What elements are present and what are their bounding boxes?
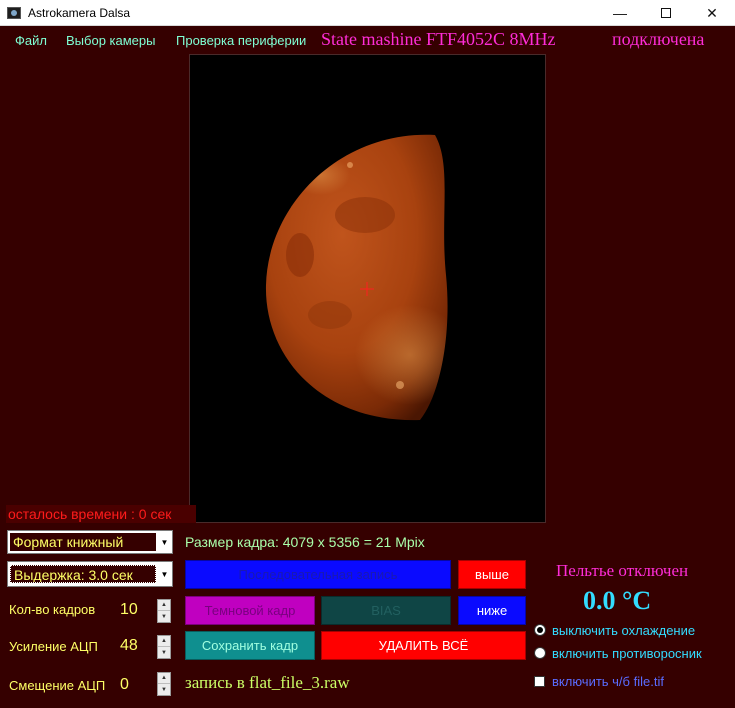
maximize-icon: [661, 8, 671, 18]
peltier-status: Пельтье отключен: [556, 561, 689, 580]
connection-status: подключена: [612, 29, 705, 49]
spin-up-icon[interactable]: ▲: [158, 636, 170, 647]
frames-count-label: Кол-во кадров: [9, 602, 96, 617]
bw-tif-checkbox[interactable]: [534, 676, 545, 687]
delete-all-button[interactable]: УДАЛИТЬ ВСЁ: [321, 631, 526, 660]
adc-gain-value: 48: [120, 637, 138, 654]
lower-button[interactable]: ниже: [458, 596, 526, 625]
cooling-off-label[interactable]: выключить охлаждение: [552, 623, 695, 638]
format-select[interactable]: Формат книжный ▼: [7, 530, 173, 554]
cooling-off-radio[interactable]: [534, 624, 546, 636]
bw-tif-label[interactable]: включить ч/б file.tif: [552, 674, 664, 689]
bias-button[interactable]: BIAS: [321, 596, 451, 625]
camera-mode-status: State mashine FTF4052C 8MHz: [321, 29, 556, 49]
chevron-down-icon: ▼: [160, 537, 169, 547]
dark-frame-button[interactable]: Темновой кадр: [185, 596, 315, 625]
spin-up-icon[interactable]: ▲: [158, 673, 170, 684]
title-bar: Astrokamera Dalsa — ✕: [0, 0, 735, 26]
app-camera-icon: [7, 6, 21, 19]
antifog-radio[interactable]: [534, 647, 546, 659]
adc-offset-spinner[interactable]: ▲ ▼: [157, 672, 171, 696]
spin-down-icon[interactable]: ▼: [158, 684, 170, 695]
record-file-name: запись в flat_file_3.raw: [185, 673, 350, 692]
adc-offset-label: Смещение АЦП: [9, 678, 106, 693]
chevron-down-icon: ▼: [160, 569, 169, 579]
maximize-button[interactable]: [643, 0, 689, 26]
temperature-readout: 0.0 °C: [583, 586, 652, 615]
menu-camera-select[interactable]: Выбор камеры: [66, 33, 155, 48]
minimize-button[interactable]: —: [597, 0, 643, 26]
frames-count-spinner[interactable]: ▲ ▼: [157, 599, 171, 623]
frame-size-info: Размер кадра: 4079 x 5356 = 21 Mpix: [185, 534, 425, 550]
antifog-label[interactable]: включить противоросник: [552, 646, 702, 661]
adc-gain-spinner[interactable]: ▲ ▼: [157, 635, 171, 659]
format-select-value: Формат книжный: [10, 533, 156, 551]
adc-gain-label: Усиление АЦП: [9, 639, 98, 654]
spin-down-icon[interactable]: ▼: [158, 611, 170, 622]
spin-down-icon[interactable]: ▼: [158, 647, 170, 658]
save-frame-button[interactable]: Сохранить кадр: [185, 631, 315, 660]
camera-image-preview[interactable]: [189, 54, 546, 523]
exposure-select[interactable]: Выдержка: 3.0 сек ▼: [7, 561, 173, 587]
spin-up-icon[interactable]: ▲: [158, 600, 170, 611]
minimize-icon: —: [613, 5, 627, 21]
menu-peripheral-check[interactable]: Проверка периферии: [176, 33, 306, 48]
sequence-record-button[interactable]: Последовательная запись: [185, 560, 451, 589]
adc-offset-value: 0: [120, 676, 129, 693]
frames-count-value: 10: [120, 601, 138, 618]
close-button[interactable]: ✕: [689, 0, 735, 26]
window-title: Astrokamera Dalsa: [28, 5, 131, 20]
time-remaining: осталось времени : 0 сек: [6, 505, 196, 523]
higher-button[interactable]: выше: [458, 560, 526, 589]
exposure-select-value: Выдержка: 3.0 сек: [10, 565, 156, 583]
menu-file[interactable]: Файл: [15, 33, 47, 48]
close-icon: ✕: [706, 4, 718, 21]
moon-image: [265, 134, 448, 421]
